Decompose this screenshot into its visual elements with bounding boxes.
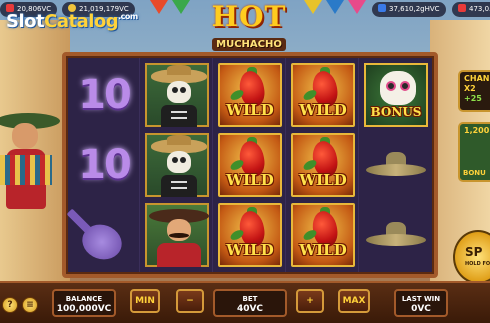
chance-plus: +25: [464, 94, 482, 103]
symbol-wild: WILD: [290, 202, 356, 268]
game-screen: 20,806VC 21,019,179VC 37,610,2gHVC 473,0…: [0, 0, 490, 323]
chance-label: CHAN: [464, 74, 490, 83]
sombrero-icon: [366, 220, 426, 250]
max-bet-button[interactable]: MAX: [338, 289, 370, 313]
chance-multiplier: X2: [464, 84, 476, 93]
symbol-wild: WILD: [290, 62, 356, 128]
last-win-display: LAST WIN 0VC: [394, 289, 448, 317]
balance-display: BALANCE 100,000VC: [52, 289, 116, 317]
pepper-icon: WILD: [218, 203, 282, 267]
symbol-mariachi: [144, 202, 210, 268]
help-button[interactable]: ?: [2, 297, 18, 313]
menu-button[interactable]: ≡: [22, 297, 38, 313]
balance-label: BALANCE: [65, 295, 103, 303]
game-logo: HOT MUCHACHO: [205, 2, 293, 54]
symbol-wild: WILD: [217, 62, 283, 128]
balance-right-1-value: 37,610,2gHVC: [389, 5, 440, 13]
reel-4: WILD WILD WILD: [287, 58, 359, 272]
sapphire-icon: [378, 4, 386, 12]
bet-value: 40VC: [236, 304, 264, 314]
pepper-icon: WILD: [291, 133, 355, 197]
increase-bet-button[interactable]: +: [296, 289, 324, 313]
reel-3: WILD WILD WILD: [214, 58, 286, 272]
symbol-skeleton: [144, 132, 210, 198]
balance-pill-right-1: 37,610,2gHVC: [372, 2, 446, 17]
reel-5: BONUS: [360, 58, 432, 272]
skeleton-icon: [145, 63, 209, 127]
pepper-icon: WILD: [218, 63, 282, 127]
last-win-label: LAST WIN: [401, 295, 441, 303]
last-win-value: 0VC: [411, 304, 431, 314]
skeleton-icon: [145, 133, 209, 197]
bet-display: BET 40VC: [213, 289, 287, 317]
bonus-buy-price: 1,200: [464, 126, 490, 135]
symbol-bonus: BONUS: [363, 62, 429, 128]
balance-value: 100,000VC: [56, 304, 112, 314]
pepper-icon: WILD: [291, 63, 355, 127]
bonus-buy-label: BONU: [463, 169, 486, 177]
symbol-skeleton: [144, 62, 210, 128]
pepper-icon: WILD: [291, 203, 355, 267]
bet-label: BET: [242, 295, 258, 303]
decrease-bet-button[interactable]: −: [176, 289, 204, 313]
bottom-control-bar: ? ≡ BALANCE 100,000VC MIN − BET 40VC + M…: [0, 281, 490, 323]
ruby-icon-2: [458, 4, 466, 12]
mariachi-icon: [145, 203, 209, 267]
min-bet-button[interactable]: MIN: [130, 289, 160, 313]
spin-label: SP: [465, 245, 483, 259]
spin-sublabel: HOLD FO: [465, 261, 490, 267]
guitar-icon: [66, 205, 134, 265]
symbol-wild: WILD: [290, 132, 356, 198]
symbol-guitar: [66, 202, 137, 268]
chance-x2-button[interactable]: CHAN X2 +25: [458, 70, 490, 112]
symbol-sombrero: [363, 132, 429, 198]
symbol-ten: 10: [78, 72, 132, 118]
reel-2: [141, 58, 213, 272]
balance-right-2-value: 473,0...: [469, 5, 490, 13]
sugar-skull-icon: BONUS: [364, 63, 428, 127]
symbol-wild: WILD: [217, 132, 283, 198]
bonus-buy-button[interactable]: 1,200 BONU: [458, 122, 490, 182]
reel-1: 10 10: [66, 58, 140, 272]
mariachi-character: [0, 95, 60, 275]
symbol-ten: 10: [78, 142, 132, 188]
reel-area: 10 10 WILD WILD WILD WILD WILD WILD BONU…: [66, 58, 432, 272]
logo-muchacho: MUCHACHO: [212, 38, 286, 51]
balance-pill-right-2: 473,0...: [452, 2, 490, 17]
watermark: SlotCatalog.com: [6, 11, 138, 32]
sombrero-icon: [366, 150, 426, 180]
logo-hot: HOT: [211, 0, 287, 33]
symbol-sombrero: [363, 202, 429, 268]
symbol-wild: WILD: [217, 202, 283, 268]
pepper-icon: WILD: [218, 133, 282, 197]
